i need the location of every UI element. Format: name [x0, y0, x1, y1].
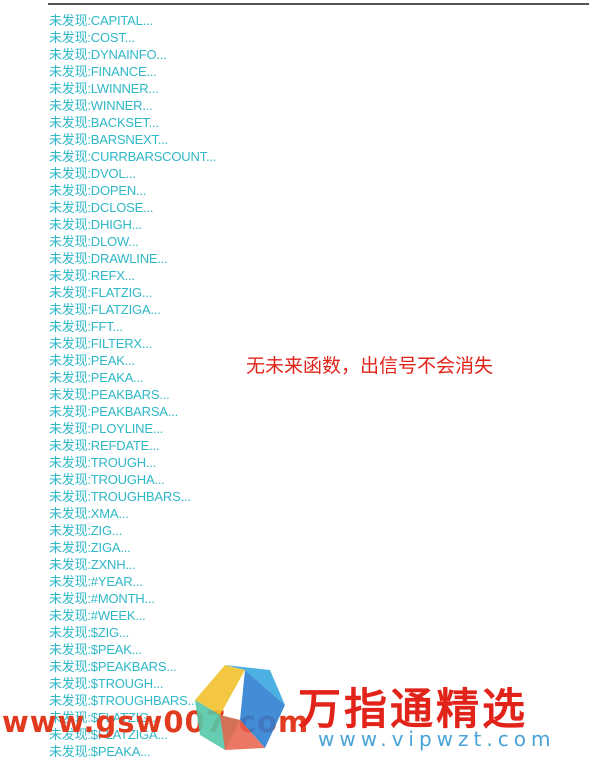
result-item: 未发现:XMA...: [49, 506, 129, 521]
result-item: 未发现:TROUGH...: [49, 455, 157, 470]
result-item: 未发现:DHIGH...: [49, 217, 142, 232]
result-item: 未发现:#YEAR...: [49, 574, 143, 589]
result-item: 未发现:REFX...: [49, 268, 135, 283]
result-item: 未发现:DCLOSE...: [49, 200, 154, 215]
result-item: 未发现:DOPEN...: [49, 183, 147, 198]
result-item: 未发现:WINNER...: [49, 98, 153, 113]
result-item: 未发现:BARSNEXT...: [49, 132, 169, 147]
result-item: 未发现:PEAKBARSA...: [49, 404, 179, 419]
result-item: 未发现:ZIGA...: [49, 540, 131, 555]
result-item: 未发现:FILTERX...: [49, 336, 153, 351]
result-item: 未发现:PEAK...: [49, 353, 135, 368]
result-item: 未发现:$ZIG...: [49, 625, 130, 640]
result-item: 未发现:ZIG...: [49, 523, 123, 538]
result-item: 未发现:COST...: [49, 30, 135, 45]
result-item: 未发现:#MONTH...: [49, 591, 155, 606]
result-item: 未发现:FLATZIG...: [49, 285, 153, 300]
result-item: 未发现:TROUGHA...: [49, 472, 165, 487]
result-item: 未发现:REFDATE...: [49, 438, 160, 453]
result-item: 未发现:#WEEK...: [49, 608, 146, 623]
result-item: 未发现:PLOYLINE...: [49, 421, 164, 436]
note-text: 无未来函数，出信号不会消失: [246, 356, 494, 377]
result-item: 未发现:FLATZIGA...: [49, 302, 161, 317]
result-item: 未发现:PEAKBARS...: [49, 387, 170, 402]
result-item: 未发现:DLOW...: [49, 234, 139, 249]
top-divider: [48, 3, 589, 5]
result-item: 未发现:TROUGHBARS...: [49, 489, 191, 504]
result-item: 未发现:DVOL...: [49, 166, 136, 181]
result-item: 未发现:FINANCE...: [49, 64, 157, 79]
watermark-logo-icon: [195, 665, 285, 750]
result-item: 未发现:CURRBARSCOUNT...: [49, 149, 217, 164]
result-item: 未发现:FFT...: [49, 319, 123, 334]
result-item: 未发现:ZXNH...: [49, 557, 136, 572]
result-item: 未发现:$PEAK...: [49, 642, 142, 657]
result-item: 未发现:DYNAINFO...: [49, 47, 167, 62]
result-item: 未发现:BACKSET...: [49, 115, 159, 130]
scan-result-list: 未发现:CAPITAL... 未发现:COST... 未发现:DYNAINFO...…: [49, 12, 216, 760]
result-item: 未发现:LWINNER...: [49, 81, 159, 96]
watermark-url: www.vipwzt.com: [318, 727, 556, 751]
result-item: 未发现:DRAWLINE...: [49, 251, 168, 266]
result-item: 未发现:CAPITAL...: [49, 13, 153, 28]
result-item: 未发现:PEAKA...: [49, 370, 144, 385]
